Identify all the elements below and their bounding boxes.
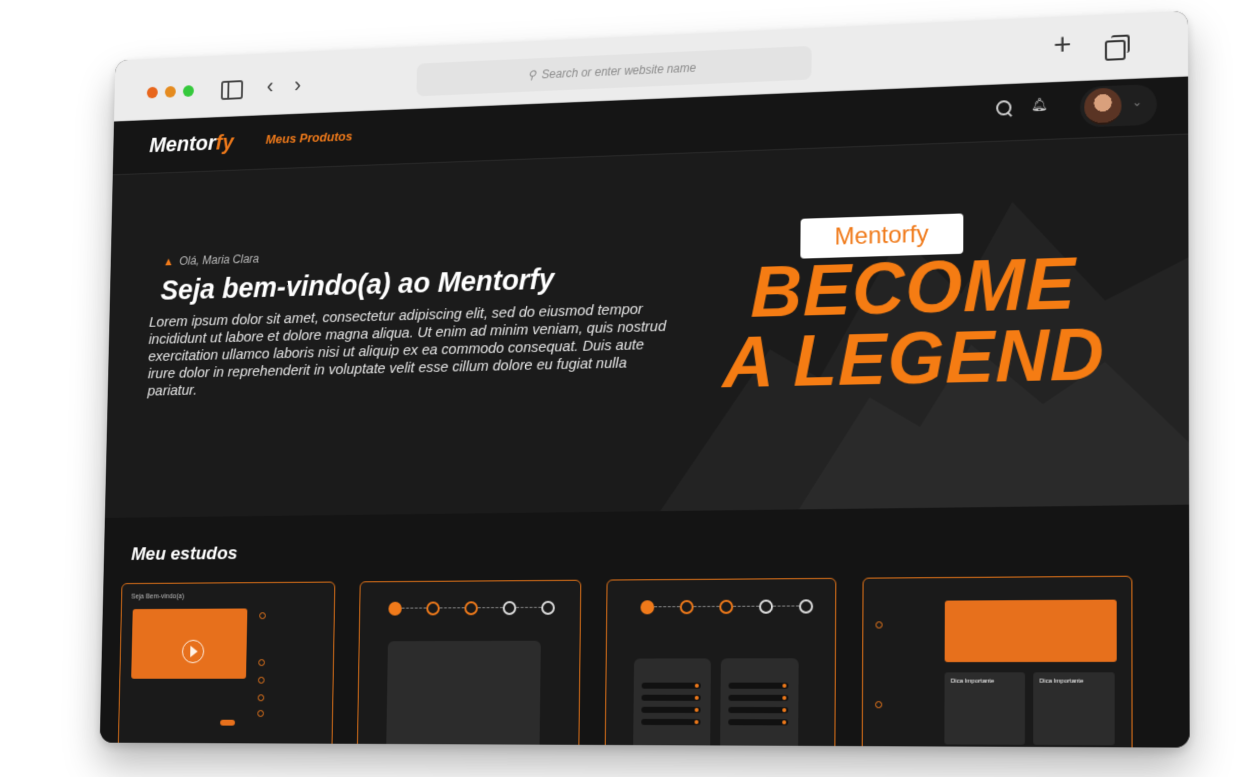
lesson-dot xyxy=(257,710,264,717)
step-indicator xyxy=(464,601,478,615)
module-dot xyxy=(875,621,882,628)
lesson-dot xyxy=(258,677,265,684)
step-connector xyxy=(440,607,465,609)
profile-menu[interactable]: ⌄ xyxy=(1080,84,1157,128)
step-connector xyxy=(773,605,799,607)
step-indicator xyxy=(680,600,694,614)
app-logo[interactable]: Mentorfy xyxy=(149,130,234,158)
study-card[interactable]: Seja Bem-vindo(a) xyxy=(118,582,336,748)
hero-title: Seja bem-vindo(a) ao Mentorfy xyxy=(160,264,554,307)
step-connector xyxy=(733,606,759,608)
mountain-icon: ▲ xyxy=(163,255,174,269)
tip-card: Dica Importante xyxy=(1033,672,1115,745)
hero-banner: ▲ Olá, Maria Clara Seja bem-vindo(a) ao M… xyxy=(105,135,1189,518)
chevron-down-icon: ⌄ xyxy=(1132,95,1142,110)
back-icon[interactable]: ‹ xyxy=(267,74,274,99)
module-dot xyxy=(875,701,882,708)
slogan-line-2: A LEGEND xyxy=(677,318,1153,400)
panel-row xyxy=(641,719,700,725)
close-window-button[interactable] xyxy=(147,87,158,99)
step-indicator xyxy=(503,601,517,615)
lesson-dot xyxy=(259,612,266,619)
greeting: ▲ Olá, Maria Clara xyxy=(163,252,259,268)
panel-row xyxy=(728,695,788,701)
study-card[interactable]: Dica Importante Dica Importante xyxy=(862,576,1133,748)
content-panel xyxy=(386,641,541,748)
panel-row xyxy=(729,683,789,689)
tab-overview-icon[interactable] xyxy=(1105,40,1126,61)
step-indicator xyxy=(799,599,813,613)
step-indicator xyxy=(426,602,440,616)
panel-row xyxy=(641,707,700,713)
panel-row xyxy=(641,695,700,701)
panel-row xyxy=(728,707,788,713)
forward-icon[interactable]: › xyxy=(294,73,301,98)
step-connector xyxy=(694,606,720,608)
study-card[interactable] xyxy=(605,578,837,748)
tip-card-title: Dica Importante xyxy=(1039,679,1083,685)
scene: ‹ › ⚲ Search or enter website name + Men… xyxy=(0,0,1241,777)
step-indicator xyxy=(388,602,401,616)
nav-link-products[interactable]: Meus Produtos xyxy=(266,129,353,147)
play-icon xyxy=(182,640,205,663)
lesson-dot xyxy=(258,694,265,701)
panel-row xyxy=(642,683,701,689)
search-icon[interactable] xyxy=(996,100,1011,116)
lesson-dot xyxy=(258,659,265,666)
app-content: Mentorfy Meus Produtos 🔔︎ ⌄ ▲ Olá, Maria … xyxy=(100,77,1190,748)
step-connector xyxy=(402,608,427,610)
hero-description: Lorem ipsum dolor sit amet, consectetur … xyxy=(147,300,676,400)
minimize-window-button[interactable] xyxy=(165,86,176,98)
step-indicator xyxy=(759,600,773,614)
bell-icon[interactable]: 🔔︎ xyxy=(1031,97,1048,114)
month-panel xyxy=(720,658,799,747)
logo-accent-text: fy xyxy=(216,130,234,154)
search-icon: ⚲ xyxy=(528,68,537,82)
step-connector xyxy=(478,607,503,609)
step-indicator xyxy=(640,600,654,614)
video-thumbnail[interactable] xyxy=(131,608,247,678)
tip-card: Dica Importante xyxy=(944,672,1025,744)
study-card[interactable] xyxy=(357,580,582,748)
address-bar[interactable]: ⚲ Search or enter website name xyxy=(416,46,811,97)
step-indicator xyxy=(719,600,733,614)
card-caption: Seja Bem-vindo(a) xyxy=(131,593,184,600)
step-indicator xyxy=(541,601,555,615)
maximize-window-button[interactable] xyxy=(183,85,194,97)
month-panel xyxy=(633,658,711,747)
new-tab-icon[interactable]: + xyxy=(1053,32,1071,59)
panel-row xyxy=(728,719,788,725)
step-connector xyxy=(516,607,541,609)
greeting-text: Olá, Maria Clara xyxy=(179,252,259,268)
sidebar-toggle-icon[interactable] xyxy=(221,80,243,100)
slogan: BECOME A LEGEND xyxy=(677,246,1153,399)
studies-list: Seja Bem-vindo(a) Dica Importante Dica I… xyxy=(118,575,1190,747)
step-connector xyxy=(654,606,680,608)
address-placeholder: Search or enter website name xyxy=(542,61,696,81)
browser-window: ‹ › ⚲ Search or enter website name + Men… xyxy=(100,11,1190,748)
logo-main-text: Mentor xyxy=(149,131,216,157)
send-button[interactable] xyxy=(220,720,235,726)
avatar xyxy=(1084,87,1121,125)
tip-card-title: Dica Importante xyxy=(951,679,995,685)
studies-section-title: Meu estudos xyxy=(131,543,238,565)
feature-banner xyxy=(945,600,1117,663)
